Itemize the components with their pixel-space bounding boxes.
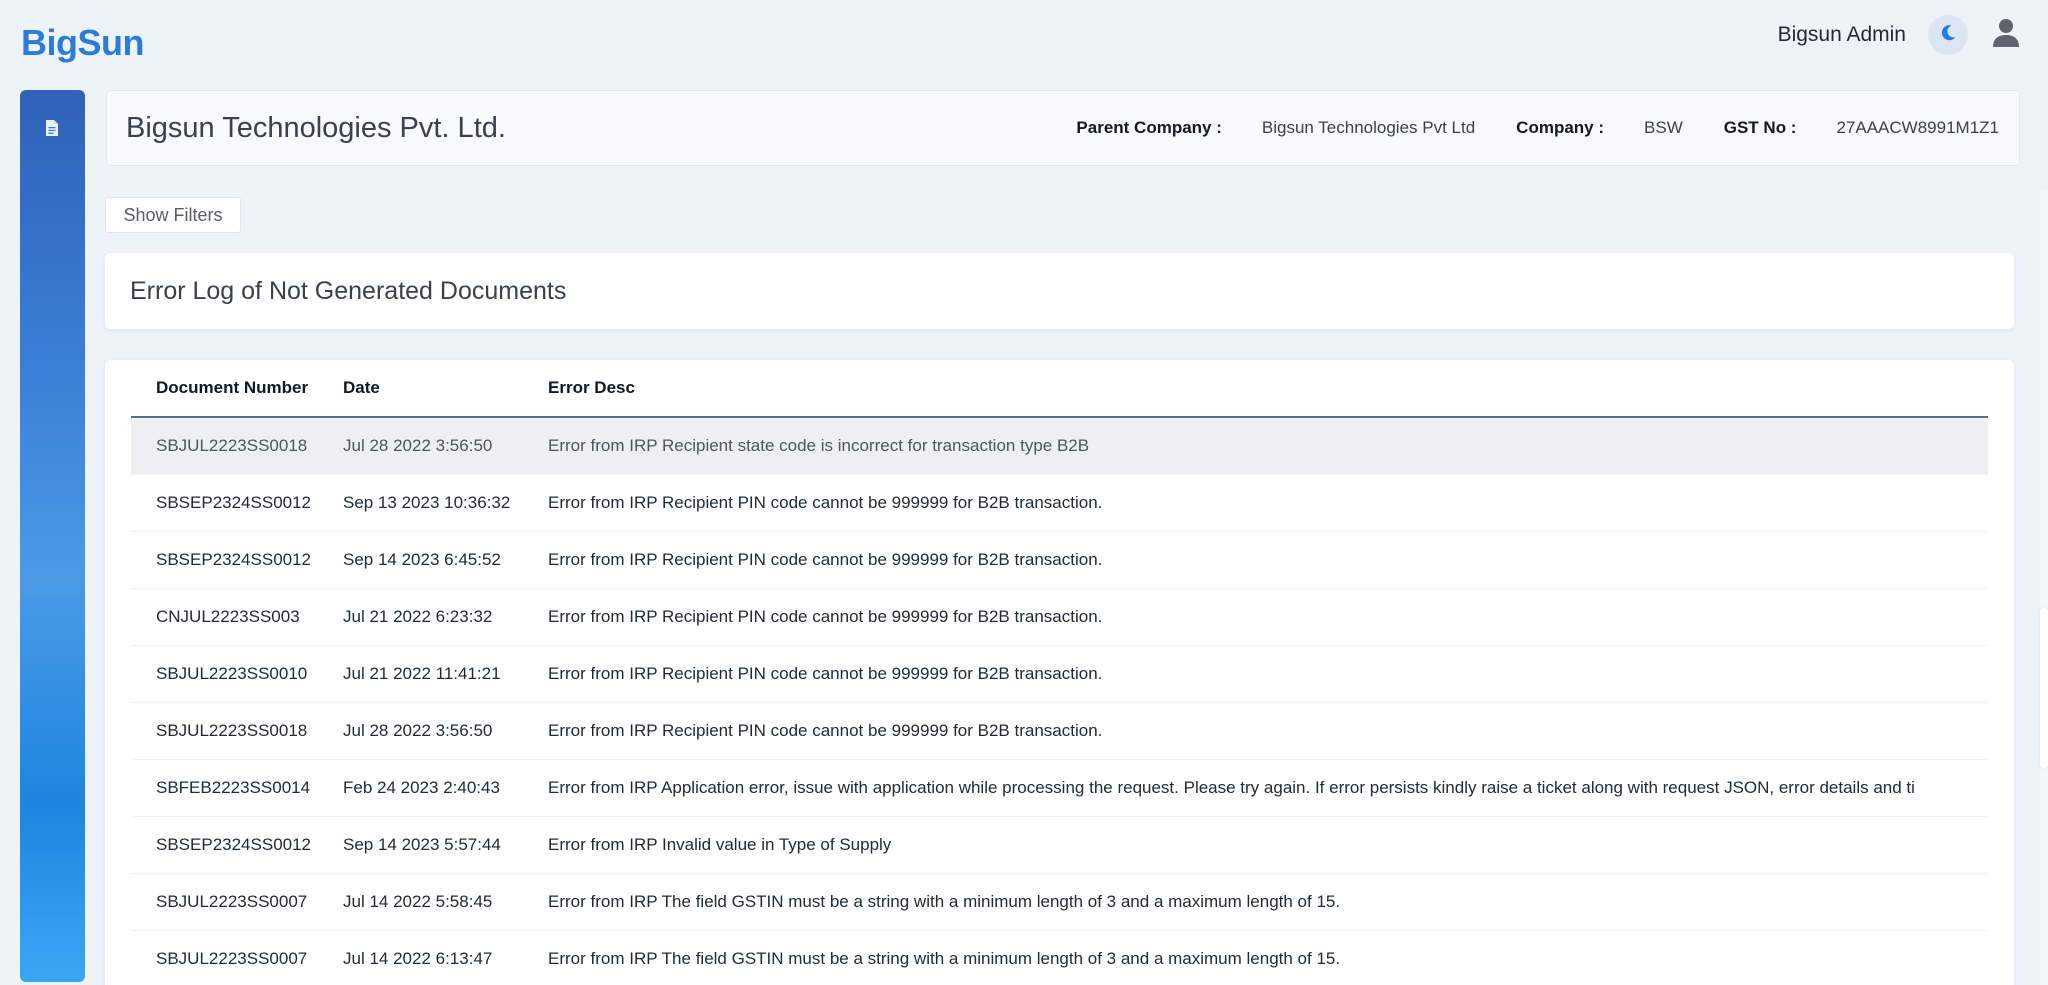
page-scrollbar-track[interactable]	[2040, 190, 2048, 985]
cell-document-number: SBSEP2324SS0012	[131, 531, 318, 589]
table-header-row: Document Number Date Error Desc	[131, 360, 1988, 418]
page-scrollbar-thumb[interactable]	[2040, 608, 2048, 768]
cell-error-desc: Error from IRP The field GSTIN must be a…	[523, 873, 1988, 931]
table-row[interactable]: SBJUL2223SS0007 Jul 14 2022 6:13:47 Erro…	[131, 930, 1988, 985]
cell-date: Jul 28 2022 3:56:50	[318, 702, 523, 760]
company-value: BSW	[1644, 118, 1683, 137]
cell-document-number: SBSEP2324SS0012	[131, 816, 318, 874]
cell-error-desc: Error from IRP Recipient PIN code cannot…	[523, 702, 1988, 760]
sidebar	[20, 90, 85, 982]
cell-error-desc: Error from IRP Recipient PIN code cannot…	[523, 645, 1988, 703]
user-name[interactable]: Bigsun Admin	[1778, 23, 1906, 47]
cell-date: Jul 14 2022 5:58:45	[318, 873, 523, 931]
app-logo[interactable]: BigSun	[21, 22, 144, 64]
cell-document-number: SBJUL2223SS0018	[131, 417, 318, 475]
header-actions: Bigsun Admin	[1778, 14, 2022, 56]
theme-toggle-button[interactable]	[1928, 15, 1968, 55]
document-icon	[45, 119, 59, 142]
cell-document-number: SBSEP2324SS0012	[131, 474, 318, 532]
cell-date: Jul 28 2022 3:56:50	[318, 417, 523, 475]
show-filters-button[interactable]: Show Filters	[105, 197, 241, 233]
cell-error-desc: Error from IRP Application error, issue …	[523, 759, 1988, 817]
error-log-table: Document Number Date Error Desc SBJUL222…	[131, 360, 1988, 985]
gst-value: 27AAACW8991M1Z1	[1836, 118, 1999, 137]
cell-date: Feb 24 2023 2:40:43	[318, 759, 523, 817]
table-row[interactable]: SBJUL2223SS0007 Jul 14 2022 5:58:45 Erro…	[131, 873, 1988, 931]
cell-error-desc: Error from IRP The field GSTIN must be a…	[523, 930, 1988, 985]
company-title: Bigsun Technologies Pvt. Ltd.	[126, 111, 506, 144]
cell-error-desc: Error from IRP Recipient PIN code cannot…	[523, 474, 1988, 532]
cell-error-desc: Error from IRP Recipient state code is i…	[523, 417, 1988, 475]
table-row[interactable]: SBJUL2223SS0010 Jul 21 2022 11:41:21 Err…	[131, 645, 1988, 703]
cell-document-number: SBJUL2223SS0010	[131, 645, 318, 703]
cell-date: Sep 14 2023 6:45:52	[318, 531, 523, 589]
column-header-date[interactable]: Date	[318, 360, 523, 418]
sidebar-item-documents[interactable]	[40, 118, 64, 142]
user-icon	[1992, 18, 2020, 53]
company-meta: Parent Company : Bigsun Technologies Pvt…	[1076, 118, 1999, 138]
cell-document-number: CNJUL2223SS003	[131, 588, 318, 646]
parent-company-label: Parent Company :	[1076, 118, 1222, 137]
table-row[interactable]: SBSEP2324SS0012 Sep 14 2023 6:45:52 Erro…	[131, 531, 1988, 589]
profile-button[interactable]	[1990, 18, 2022, 53]
cell-error-desc: Error from IRP Recipient PIN code cannot…	[523, 531, 1988, 589]
cell-document-number: SBJUL2223SS0007	[131, 930, 318, 985]
cell-date: Jul 21 2022 6:23:32	[318, 588, 523, 646]
gst-label: GST No :	[1723, 118, 1797, 137]
company-info-card: Bigsun Technologies Pvt. Ltd. Parent Com…	[106, 90, 2020, 166]
column-header-document-number[interactable]: Document Number	[131, 360, 318, 418]
moon-icon	[1938, 23, 1958, 48]
table-row[interactable]: SBJUL2223SS0018 Jul 28 2022 3:56:50 Erro…	[131, 417, 1988, 475]
table-row[interactable]: SBSEP2324SS0012 Sep 13 2023 10:36:32 Err…	[131, 474, 1988, 532]
company-label: Company :	[1516, 118, 1605, 137]
section-header: Error Log of Not Generated Documents	[105, 253, 2014, 329]
parent-company-value: Bigsun Technologies Pvt Ltd	[1261, 118, 1476, 137]
cell-error-desc: Error from IRP Invalid value in Type of …	[523, 816, 1988, 874]
table-row[interactable]: SBJUL2223SS0018 Jul 28 2022 3:56:50 Erro…	[131, 702, 1988, 760]
table-row[interactable]: SBFEB2223SS0014 Feb 24 2023 2:40:43 Erro…	[131, 759, 1988, 817]
cell-date: Sep 13 2023 10:36:32	[318, 474, 523, 532]
section-title: Error Log of Not Generated Documents	[130, 276, 567, 305]
cell-error-desc: Error from IRP Recipient PIN code cannot…	[523, 588, 1988, 646]
cell-date: Sep 14 2023 5:57:44	[318, 816, 523, 874]
column-header-error-desc[interactable]: Error Desc	[523, 360, 1988, 418]
table-row[interactable]: SBSEP2324SS0012 Sep 14 2023 5:57:44 Erro…	[131, 816, 1988, 874]
error-log-table-card: Document Number Date Error Desc SBJUL222…	[105, 360, 2014, 985]
cell-document-number: SBJUL2223SS0018	[131, 702, 318, 760]
cell-document-number: SBJUL2223SS0007	[131, 873, 318, 931]
cell-date: Jul 14 2022 6:13:47	[318, 930, 523, 985]
cell-date: Jul 21 2022 11:41:21	[318, 645, 523, 703]
cell-document-number: SBFEB2223SS0014	[131, 759, 318, 817]
table-row[interactable]: CNJUL2223SS003 Jul 21 2022 6:23:32 Error…	[131, 588, 1988, 646]
